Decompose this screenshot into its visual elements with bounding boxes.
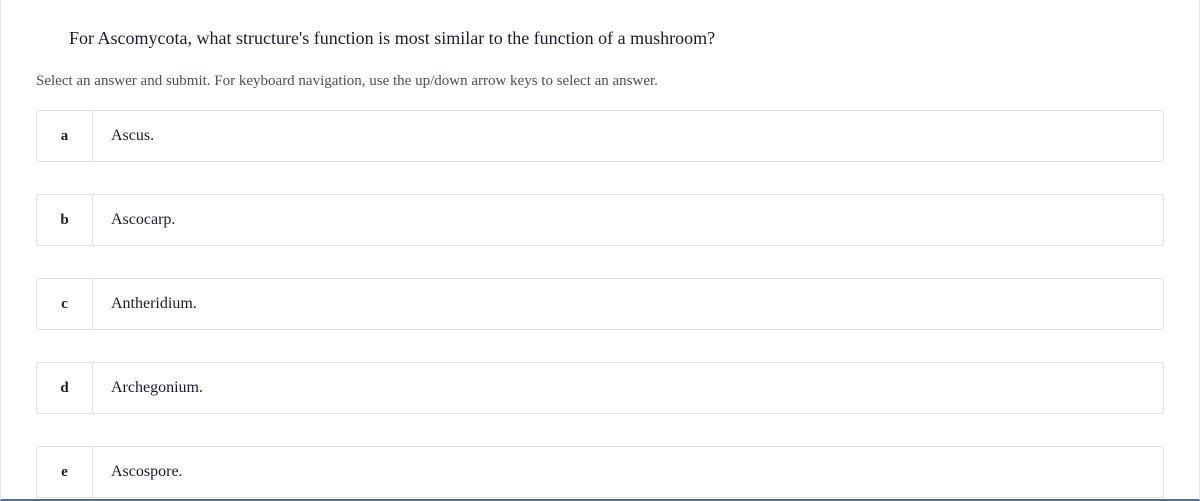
option-a[interactable]: a Ascus. (36, 110, 1164, 162)
instruction-text: Select an answer and submit. For keyboar… (1, 49, 1199, 90)
option-letter: a (37, 111, 93, 161)
option-text: Antheridium. (93, 279, 1163, 329)
option-text: Ascus. (93, 111, 1163, 161)
option-d[interactable]: d Archegonium. (36, 362, 1164, 414)
option-text: Ascospore. (93, 447, 1163, 497)
option-c[interactable]: c Antheridium. (36, 278, 1164, 330)
option-e[interactable]: e Ascospore. (36, 446, 1164, 498)
option-letter: b (37, 195, 93, 245)
options-list: a Ascus. b Ascocarp. c Antheridium. d Ar… (1, 90, 1199, 498)
option-text: Archegonium. (93, 363, 1163, 413)
option-letter: d (37, 363, 93, 413)
option-b[interactable]: b Ascocarp. (36, 194, 1164, 246)
option-text: Ascocarp. (93, 195, 1163, 245)
option-letter: e (37, 447, 93, 497)
question-text: For Ascomycota, what structure's functio… (1, 0, 1199, 49)
option-letter: c (37, 279, 93, 329)
quiz-container: For Ascomycota, what structure's functio… (0, 0, 1200, 501)
